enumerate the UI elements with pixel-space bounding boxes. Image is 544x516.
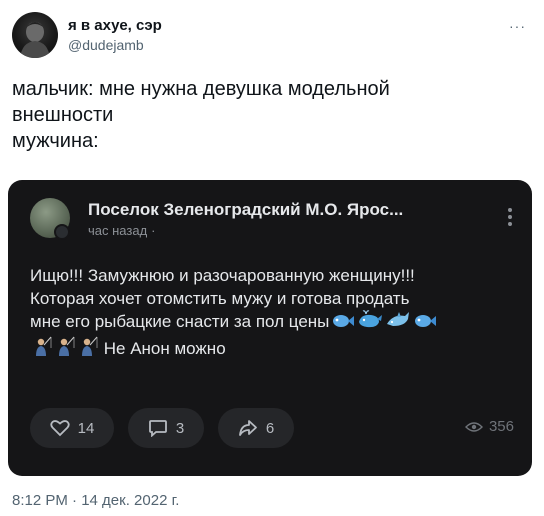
eye-icon: [464, 421, 483, 432]
tweet-text: мальчик: мне нужна девушка модельной вне…: [12, 78, 390, 152]
whale-icon: [357, 310, 383, 336]
share-count: 6: [265, 419, 275, 437]
heart-icon: [50, 420, 70, 437]
post-menu-icon: [508, 208, 512, 229]
fish-icon: [413, 312, 437, 336]
avatar-icon: [20, 22, 50, 58]
post-line-4-wrap: Не Анон можно: [30, 336, 520, 364]
tweet-timestamp[interactable]: 8:12 PM · 14 дек. 2022 г.: [12, 492, 179, 509]
post-line-3: мне его рыбацкие снасти за пол цены: [30, 312, 330, 331]
post-line-1: Ищю!!! Замужнюю и разочарованную женщину…: [30, 266, 415, 285]
author-display-name[interactable]: я в ахуе, сэр: [68, 17, 162, 35]
more-options-icon[interactable]: ···: [509, 18, 526, 34]
share-button[interactable]: 6: [218, 408, 294, 448]
fish-icon: [331, 312, 355, 336]
post-time-text: час назад: [88, 223, 148, 238]
comment-icon: [148, 420, 167, 437]
group-badge-icon: [54, 224, 70, 240]
like-count: 14: [77, 419, 95, 437]
post-line-4: Не Анон можно: [103, 339, 226, 358]
author-handle[interactable]: @dudejamb: [68, 36, 162, 54]
post-time: час назад ·: [88, 223, 156, 238]
post-actions: 14 3 6 356: [30, 408, 520, 448]
like-button[interactable]: 14: [30, 408, 114, 448]
post-body: Ищю!!! Замужнюю и разочарованную женщину…: [30, 264, 520, 364]
post-line-3-wrap: мне его рыбацкие снасти за пол цены: [30, 310, 520, 336]
group-name: Поселок Зеленоградский М.О. Ярос...: [88, 200, 404, 219]
views: 356: [464, 418, 514, 435]
comment-count: 3: [175, 419, 185, 437]
fisherman-icon: [30, 336, 52, 364]
dolphin-icon: [385, 310, 411, 336]
view-count: 356: [488, 418, 514, 435]
attached-screenshot[interactable]: Поселок Зеленоградский М.О. Ярос... час …: [8, 180, 532, 476]
comment-button[interactable]: 3: [128, 408, 204, 448]
fisherman-icon: [76, 336, 98, 364]
tweet-header: я в ахуе, сэр @dudejamb ···: [12, 12, 532, 60]
post-time-separator: ·: [151, 223, 156, 238]
fisherman-icon: [53, 336, 75, 364]
share-icon: [238, 420, 257, 436]
author-avatar[interactable]: [12, 12, 58, 58]
post-line-2: Которая хочет отомстить мужу и готова пр…: [30, 289, 410, 308]
